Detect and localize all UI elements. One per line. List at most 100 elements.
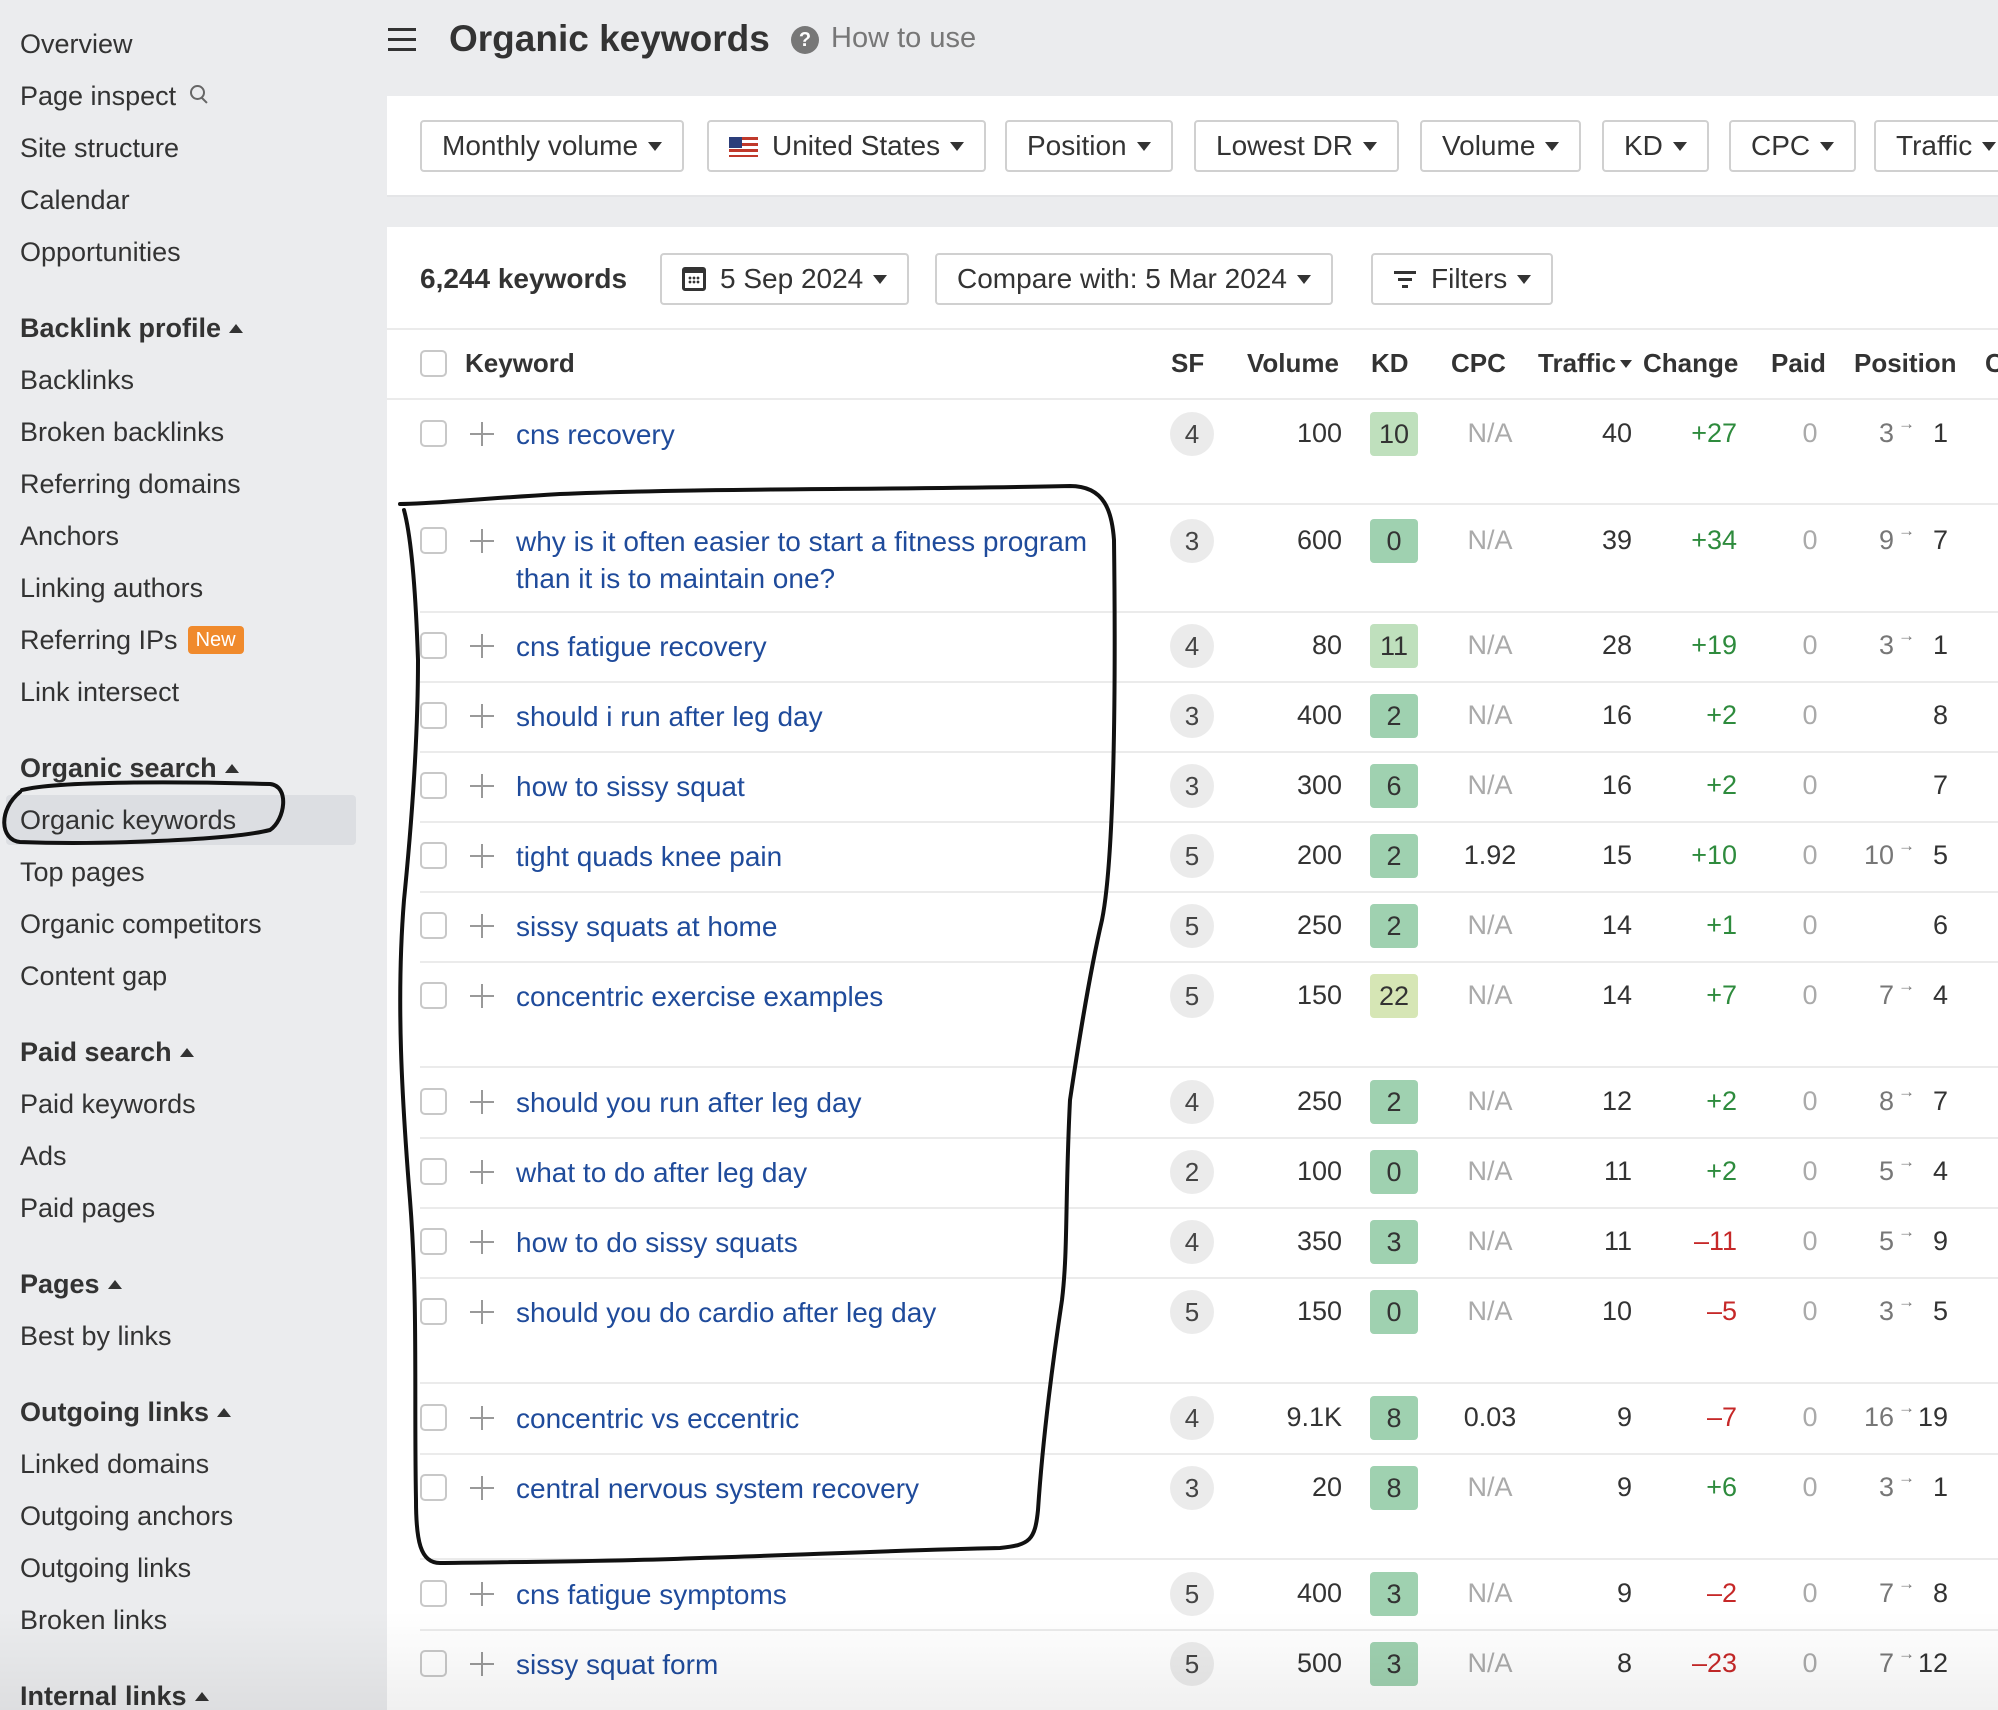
- menu-icon[interactable]: [388, 28, 416, 52]
- serp-features-badge[interactable]: 4: [1170, 412, 1214, 456]
- serp-features-badge[interactable]: 5: [1170, 1642, 1214, 1686]
- row-checkbox[interactable]: [420, 632, 447, 659]
- sidebar-item-outgoing-links[interactable]: Outgoing links: [20, 1548, 191, 1588]
- serp-features-badge[interactable]: 5: [1170, 904, 1214, 948]
- sidebar-item-opportunities[interactable]: Opportunities: [20, 232, 181, 272]
- sidebar-item-best-by-links[interactable]: Best by links: [20, 1316, 172, 1356]
- column-header-volume[interactable]: Volume: [1247, 348, 1339, 379]
- section-pages[interactable]: Pages: [20, 1264, 122, 1304]
- add-to-list-icon[interactable]: [470, 1582, 494, 1606]
- add-to-list-icon[interactable]: [470, 1476, 494, 1500]
- sidebar-item-broken-backlinks[interactable]: Broken backlinks: [20, 412, 224, 452]
- sidebar-item-outgoing-anchors[interactable]: Outgoing anchors: [20, 1496, 233, 1536]
- add-to-list-icon[interactable]: [470, 1090, 494, 1114]
- add-to-list-icon[interactable]: [470, 529, 494, 553]
- serp-features-badge[interactable]: 4: [1170, 1220, 1214, 1264]
- column-header-position[interactable]: Position: [1854, 348, 1957, 379]
- column-header-keyword[interactable]: Keyword: [465, 348, 575, 379]
- serp-features-badge[interactable]: 5: [1170, 1290, 1214, 1334]
- column-header-paid[interactable]: Paid: [1771, 348, 1826, 379]
- row-checkbox[interactable]: [420, 1158, 447, 1185]
- column-header-sf[interactable]: SF: [1171, 348, 1204, 379]
- serp-features-badge[interactable]: 4: [1170, 624, 1214, 668]
- keyword-link[interactable]: how to do sissy squats: [516, 1224, 1106, 1261]
- add-to-list-icon[interactable]: [470, 422, 494, 446]
- serp-features-badge[interactable]: 5: [1170, 834, 1214, 878]
- keyword-link[interactable]: should i run after leg day: [516, 698, 1106, 735]
- serp-features-badge[interactable]: 4: [1170, 1396, 1214, 1440]
- sidebar-item-calendar[interactable]: Calendar: [20, 180, 130, 220]
- sidebar-item-content-gap[interactable]: Content gap: [20, 956, 167, 996]
- add-to-list-icon[interactable]: [470, 704, 494, 728]
- column-header-kd[interactable]: KD: [1371, 348, 1409, 379]
- keyword-link[interactable]: concentric exercise examples: [516, 978, 1106, 1015]
- sidebar-item-anchors[interactable]: Anchors: [20, 516, 119, 556]
- add-to-list-icon[interactable]: [470, 1300, 494, 1324]
- sidebar-item-organic-keywords[interactable]: Organic keywords: [6, 795, 356, 845]
- help-icon[interactable]: ?: [791, 26, 819, 54]
- keyword-link[interactable]: why is it often easier to start a fitnes…: [516, 523, 1106, 597]
- section-outgoing-links[interactable]: Outgoing links: [20, 1392, 231, 1432]
- keyword-link[interactable]: cns recovery: [516, 416, 1106, 453]
- row-checkbox[interactable]: [420, 702, 447, 729]
- volume-dropdown[interactable]: Volume: [1420, 120, 1582, 172]
- keyword-link[interactable]: should you do cardio after leg day: [516, 1294, 1106, 1331]
- serp-features-badge[interactable]: 3: [1170, 1466, 1214, 1510]
- compare-dropdown[interactable]: Compare with: 5 Mar 2024: [935, 253, 1333, 305]
- section-organic-search[interactable]: Organic search: [20, 748, 239, 788]
- position-dropdown[interactable]: Position: [1005, 120, 1173, 172]
- add-to-list-icon[interactable]: [470, 1652, 494, 1676]
- row-checkbox[interactable]: [420, 420, 447, 447]
- add-to-list-icon[interactable]: [470, 844, 494, 868]
- sidebar-item-backlinks[interactable]: Backlinks: [20, 360, 134, 400]
- keyword-link[interactable]: sissy squat form: [516, 1646, 1106, 1683]
- row-checkbox[interactable]: [420, 1088, 447, 1115]
- monthly-volume-dropdown[interactable]: Monthly volume: [420, 120, 685, 172]
- add-to-list-icon[interactable]: [470, 1160, 494, 1184]
- sidebar-item-paid-keywords[interactable]: Paid keywords: [20, 1084, 196, 1124]
- sidebar-item-broken-links[interactable]: Broken links: [20, 1600, 167, 1640]
- sidebar-item-referring-domains[interactable]: Referring domains: [20, 464, 241, 504]
- cpc-dropdown[interactable]: CPC: [1729, 120, 1857, 172]
- keyword-link[interactable]: how to sissy squat: [516, 768, 1106, 805]
- column-header-extra[interactable]: C: [1985, 348, 1998, 379]
- row-checkbox[interactable]: [420, 842, 447, 869]
- section-paid-search[interactable]: Paid search: [20, 1032, 194, 1072]
- serp-features-badge[interactable]: 2: [1170, 1150, 1214, 1194]
- add-to-list-icon[interactable]: [470, 914, 494, 938]
- sidebar-item-site-structure[interactable]: Site structure: [20, 128, 179, 168]
- add-to-list-icon[interactable]: [470, 1230, 494, 1254]
- column-header-traffic[interactable]: Traffic: [1538, 348, 1633, 379]
- sidebar-item-paid-pages[interactable]: Paid pages: [20, 1188, 155, 1228]
- keyword-link[interactable]: concentric vs eccentric: [516, 1400, 1106, 1437]
- keyword-link[interactable]: tight quads knee pain: [516, 838, 1106, 875]
- sidebar-item-link-intersect[interactable]: Link intersect: [20, 672, 179, 712]
- row-checkbox[interactable]: [420, 1228, 447, 1255]
- row-checkbox[interactable]: [420, 1298, 447, 1325]
- add-to-list-icon[interactable]: [470, 634, 494, 658]
- keyword-link[interactable]: should you run after leg day: [516, 1084, 1106, 1121]
- row-checkbox[interactable]: [420, 1650, 447, 1677]
- column-header-change[interactable]: Change: [1643, 348, 1738, 379]
- traffic-dropdown[interactable]: Traffic: [1874, 120, 1998, 172]
- keyword-link[interactable]: what to do after leg day: [516, 1154, 1106, 1191]
- kd-dropdown[interactable]: KD: [1602, 120, 1709, 172]
- sidebar-item-linking-authors[interactable]: Linking authors: [20, 568, 203, 608]
- serp-features-badge[interactable]: 3: [1170, 764, 1214, 808]
- sidebar-item-top-pages[interactable]: Top pages: [20, 852, 145, 892]
- sidebar-item-page-inspect[interactable]: Page inspect: [20, 76, 208, 116]
- country-dropdown[interactable]: United States: [707, 120, 987, 172]
- serp-features-badge[interactable]: 5: [1170, 974, 1214, 1018]
- lowest-dr-dropdown[interactable]: Lowest DR: [1194, 120, 1399, 172]
- sidebar-item-linked-domains[interactable]: Linked domains: [20, 1444, 209, 1484]
- serp-features-badge[interactable]: 3: [1170, 694, 1214, 738]
- serp-features-badge[interactable]: 4: [1170, 1080, 1214, 1124]
- keyword-link[interactable]: central nervous system recovery: [516, 1470, 1106, 1507]
- add-to-list-icon[interactable]: [470, 1406, 494, 1430]
- date-picker[interactable]: 5 Sep 2024: [660, 253, 910, 305]
- sidebar-item-overview[interactable]: Overview: [20, 24, 133, 64]
- add-to-list-icon[interactable]: [470, 774, 494, 798]
- row-checkbox[interactable]: [420, 527, 447, 554]
- keyword-link[interactable]: cns fatigue recovery: [516, 628, 1106, 665]
- filters-button[interactable]: Filters: [1371, 253, 1554, 305]
